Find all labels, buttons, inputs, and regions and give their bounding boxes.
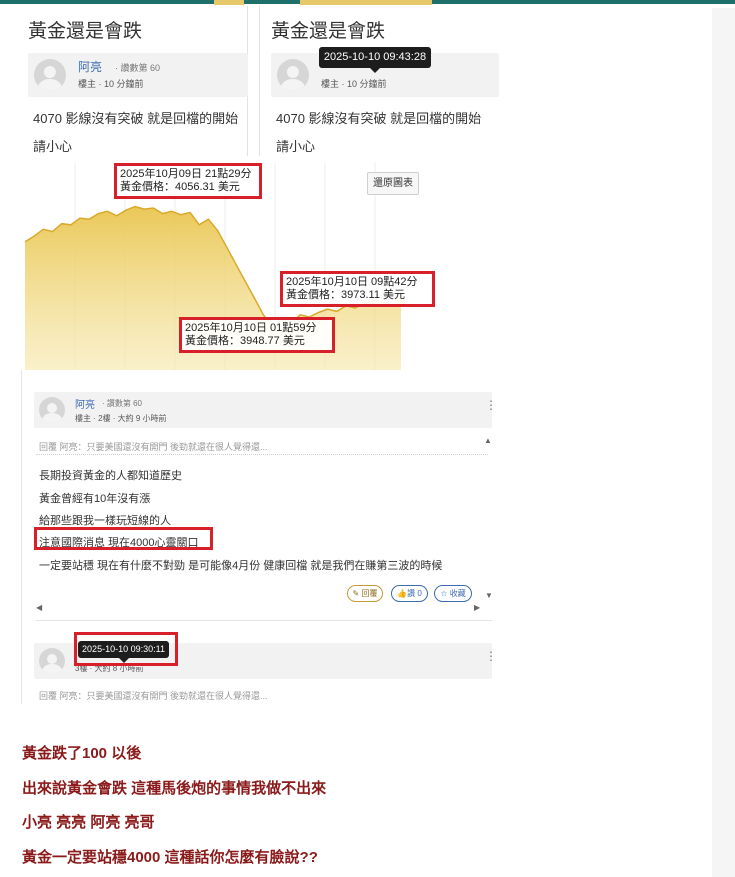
reset-chart-button[interactable]: 還原圖表 <box>367 172 419 195</box>
scroll-left-icon[interactable]: ◀ <box>36 603 42 612</box>
price-annotation-recent: 2025年10月10日 09點42分 黃金價格：3973.11 美元 <box>280 271 435 307</box>
quote-line: 回覆 阿亮：只要美國還沒有開門 後勁就還在很人覺得還... <box>39 442 268 452</box>
reply-label: 回覆 <box>361 589 378 598</box>
reply-line: 給那些跟我一樣玩短線的人 <box>39 515 171 527</box>
annotation-price: 黃金價格：3948.77 美元 <box>185 335 305 347</box>
like-button[interactable]: 👍讚 0 <box>391 585 428 602</box>
avatar[interactable] <box>39 397 65 423</box>
gold-price-chart[interactable]: 還原圖表 2025年10月09日 21點29分 黃金價格：4056.31 美元 … <box>25 163 435 371</box>
post-line: 4070 影線沒有突破 就是回檔的開始 <box>276 111 482 126</box>
post-card-1: 黃金還是會跌 阿亮 · 讚數第 60 樓主 · 10 分鐘前 4070 影線沒有… <box>18 6 248 156</box>
floor-meta: 樓主 · 2樓 · 大約 9 小時前 <box>75 414 167 423</box>
page-scrollbar[interactable] <box>712 8 735 877</box>
timestamp-tooltip: 2025-10-10 09:43:28 <box>319 47 431 68</box>
annotation-price: 黃金價格：4056.31 美元 <box>120 181 240 193</box>
avatar[interactable] <box>34 59 66 91</box>
commentary-line: 出來說黃金會跌 這種馬後炮的事情我做不出來 <box>22 780 327 797</box>
annotation-price: 黃金價格：3973.11 美元 <box>286 289 406 301</box>
scroll-up-icon[interactable]: ▲ <box>484 436 492 445</box>
reply-button[interactable]: ✎ 回覆 <box>347 585 383 602</box>
more-options-icon[interactable]: ⋮ <box>485 650 497 662</box>
divider <box>36 620 492 621</box>
quote-line: 回覆 阿亮：只要美國還沒有開門 後勁就還在很人覺得還... <box>39 691 268 701</box>
author-name[interactable]: 阿亮 <box>78 58 102 75</box>
collect-button[interactable]: ☆ 收藏 <box>434 585 472 602</box>
author-box: 阿亮 · 讚數第 60 樓主 · 10 分鐘前 <box>28 53 248 97</box>
commentary-line: 黃金一定要站穩4000 這種話你怎麼有臉說?? <box>22 849 318 866</box>
annotation-date: 2025年10月10日 09點42分 <box>286 276 418 288</box>
reply-line: 黃金曾經有10年沒有漲 <box>39 493 151 505</box>
price-annotation-low: 2025年10月10日 01點59分 黃金價格：3948.77 美元 <box>179 317 335 353</box>
commentary-line: 黃金跌了100 以後 <box>22 745 142 762</box>
annotation-date: 2025年10月09日 21點29分 <box>120 168 252 180</box>
scroll-right-icon[interactable]: ▶ <box>474 603 480 612</box>
post-title[interactable]: 黃金還是會跌 <box>271 16 385 43</box>
author-post-count: · 讚數第 60 <box>102 399 143 408</box>
reply-line: 長期投資黃金的人都知道歷史 <box>39 470 182 482</box>
divider <box>36 454 488 455</box>
reply-panel: 阿亮 · 讚數第 60 樓主 · 2樓 · 大約 9 小時前 ⋮ 回覆 阿亮：只… <box>21 370 497 704</box>
post-card-2: 黃金還是會跌 樓主 · 10 分鐘前 2025-10-10 09:43:28 4… <box>259 6 499 156</box>
post-line: 請小心 <box>33 139 73 154</box>
gold-strip-right <box>300 0 432 5</box>
post-line: 請小心 <box>276 139 316 154</box>
commentary-line: 小亮 亮亮 阿亮 亮哥 <box>22 814 155 831</box>
collect-label: 收藏 <box>449 589 466 598</box>
author-name[interactable]: 阿亮 <box>75 396 95 411</box>
reply-author-box: 阿亮 · 讚數第 60 樓主 · 2樓 · 大約 9 小時前 ⋮ <box>34 392 497 428</box>
price-annotation-high: 2025年10月09日 21點29分 黃金價格：4056.31 美元 <box>114 163 262 199</box>
gold-strip-left <box>214 0 244 5</box>
floor-meta: 樓主 · 10 分鐘前 <box>321 79 387 89</box>
post-line: 4070 影線沒有突破 就是回檔的開始 <box>33 111 239 126</box>
reply-line: 一定要站穩 現在有什麼不對勁 是可能像4月份 健康回檔 就是我們在賺第三波的時候 <box>39 560 443 572</box>
author-post-count: · 讚數第 60 <box>115 63 161 73</box>
avatar[interactable] <box>277 59 309 91</box>
floor-meta: 樓主 · 10 分鐘前 <box>78 79 144 89</box>
annotation-date: 2025年10月10日 01點59分 <box>185 322 317 334</box>
like-label: 讚 0 <box>407 589 422 598</box>
post-title[interactable]: 黃金還是會跌 <box>28 16 142 43</box>
more-options-icon[interactable]: ⋮ <box>485 399 497 411</box>
scroll-down-icon[interactable]: ▼ <box>485 591 493 600</box>
highlight-box <box>74 632 178 666</box>
highlight-box <box>34 527 213 550</box>
avatar[interactable] <box>39 648 65 674</box>
